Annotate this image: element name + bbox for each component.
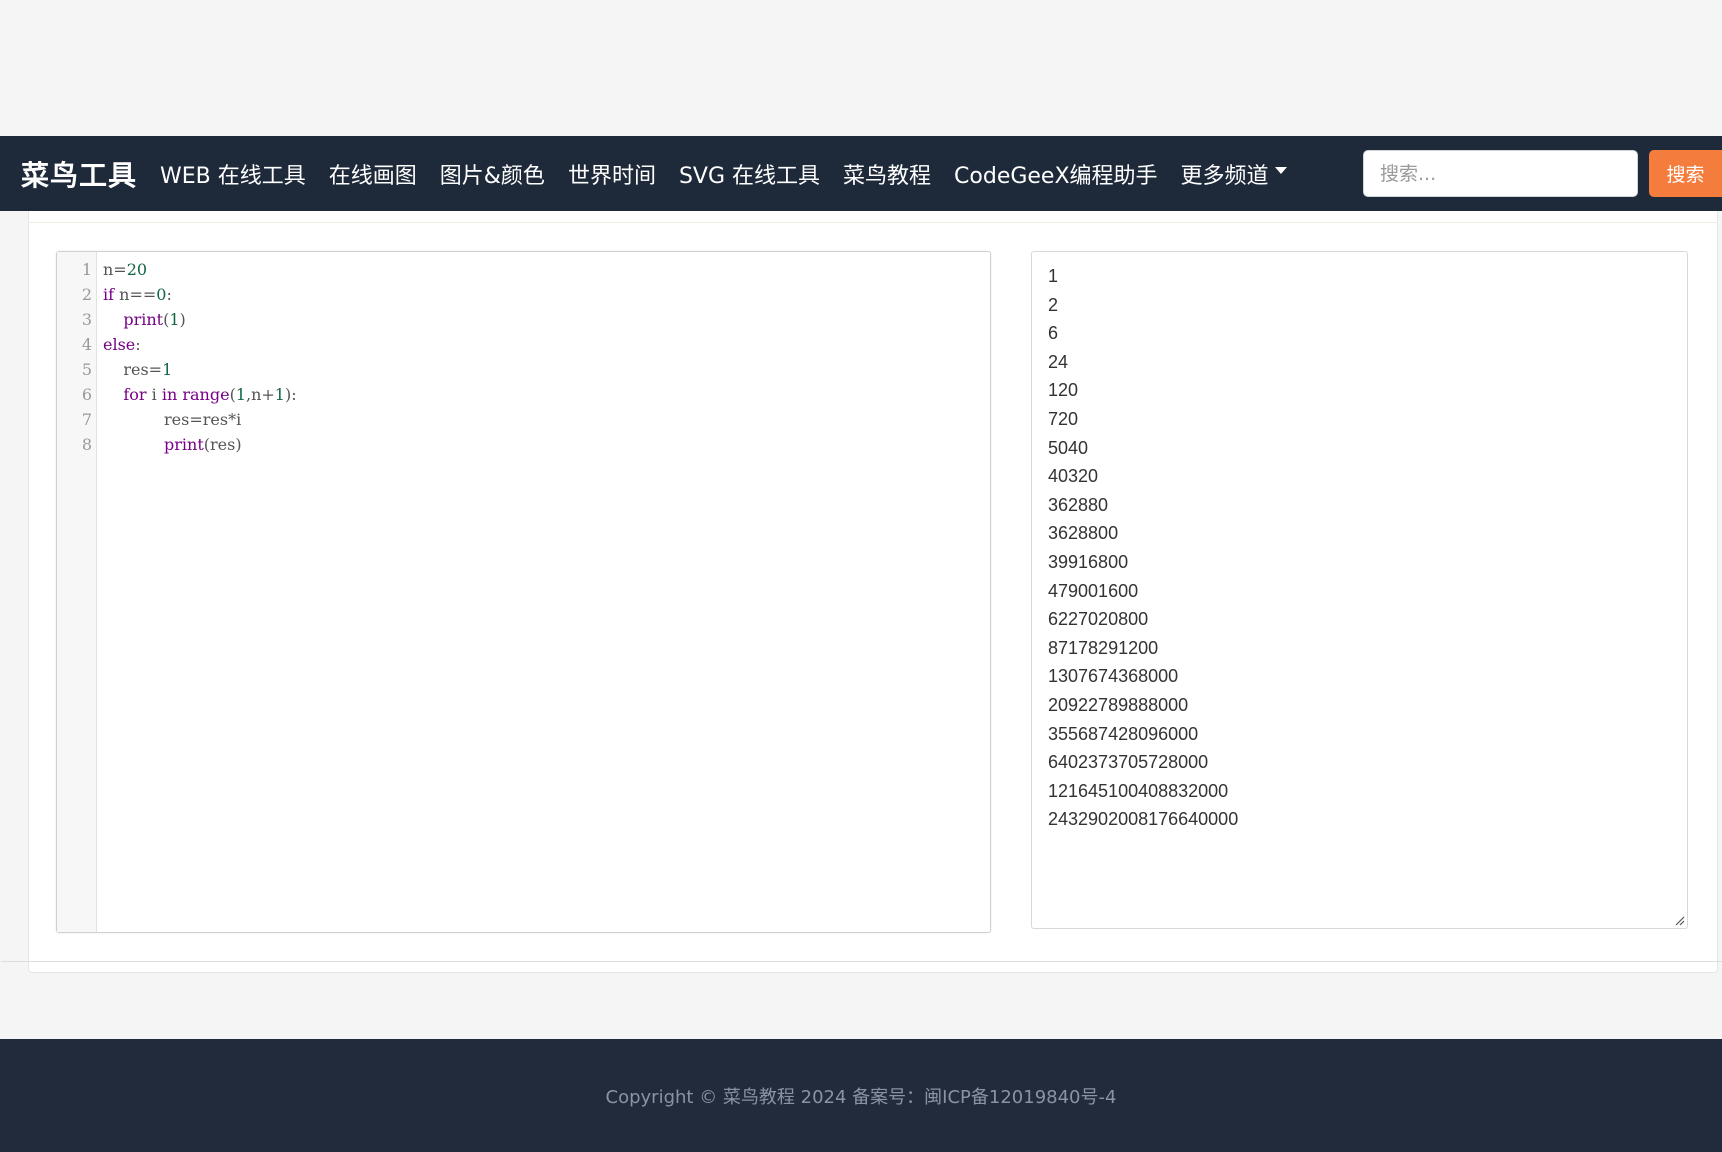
- copyright-text: Copyright © 菜鸟教程 2024 备案号：闽ICP备12019840号…: [605, 1086, 1117, 1108]
- output-line: 3628800: [1048, 523, 1119, 544]
- caret-down-icon: [1274, 167, 1287, 174]
- code-line[interactable]: n=20: [103, 257, 147, 282]
- main-card: 1 2 3 4 5 6 7 8 n=20 if n==0: print(1) e…: [1, 211, 1722, 973]
- line-number: 3: [81, 310, 92, 329]
- search-input[interactable]: [1363, 150, 1638, 197]
- code-editor[interactable]: 1 2 3 4 5 6 7 8 n=20 if n==0: print(1) e…: [56, 251, 991, 933]
- output-line: 2432902008176640000: [1048, 809, 1239, 830]
- output-line: 355687428096000: [1048, 723, 1199, 744]
- output-line: 1: [1048, 266, 1059, 286]
- line-number: 1: [81, 260, 92, 279]
- output-line: 121645100408832000: [1048, 780, 1229, 801]
- output-line: 39916800: [1048, 551, 1129, 572]
- line-number: 7: [81, 410, 92, 429]
- card-divider: [29, 222, 1717, 223]
- page-footer: Copyright © 菜鸟教程 2024 备案号：闽ICP备12019840号…: [0, 1039, 1722, 1152]
- code-line[interactable]: for i in range(1,n+1):: [103, 382, 296, 407]
- nav-item-svg-tools[interactable]: SVG 在线工具: [679, 158, 820, 190]
- line-number: 5: [81, 360, 92, 379]
- output-textarea[interactable]: 1 2 6 24 120 720 5040 40320 362880 36288…: [1031, 251, 1688, 929]
- line-number: 8: [81, 435, 92, 454]
- output-line: 362880: [1048, 494, 1109, 515]
- output-line: 479001600: [1048, 580, 1139, 601]
- nav-more-channels-dropdown[interactable]: 更多频道: [1181, 158, 1287, 190]
- output-line: 720: [1048, 408, 1079, 429]
- output-line: 2: [1048, 294, 1059, 315]
- output-line: 20922789888000: [1048, 694, 1189, 715]
- output-line: 87178291200: [1048, 637, 1159, 658]
- line-number: 4: [81, 335, 92, 354]
- nav-item-codegeex[interactable]: CodeGeeX编程助手: [954, 158, 1158, 190]
- more-channels-label: 更多频道: [1180, 163, 1269, 189]
- nav-item-web-tools[interactable]: WEB 在线工具: [160, 158, 306, 190]
- code-line[interactable]: print(1): [103, 307, 185, 332]
- output-line: 6: [1048, 323, 1059, 344]
- nav-item-runoob-tutorial[interactable]: 菜鸟教程: [843, 158, 931, 190]
- section-divider: [1, 961, 1722, 962]
- code-line[interactable]: if n==0:: [103, 282, 172, 307]
- search-button[interactable]: 搜索: [1649, 150, 1722, 197]
- line-number: 6: [81, 385, 92, 404]
- line-number-gutter: 1 2 3 4 5 6 7 8: [57, 252, 97, 932]
- top-navbar: 菜鸟工具 WEB 在线工具 在线画图 图片&颜色 世界时间 SVG 在线工具 菜…: [0, 136, 1722, 211]
- output-line: 6402373705728000: [1048, 752, 1209, 773]
- code-line[interactable]: res=1: [103, 357, 172, 382]
- output-line: 1307674368000: [1048, 666, 1179, 687]
- nav-item-online-drawing[interactable]: 在线画图: [329, 158, 417, 190]
- code-line[interactable]: res=res*i: [103, 407, 241, 432]
- nav-item-image-color[interactable]: 图片&颜色: [440, 158, 545, 190]
- line-number: 2: [81, 285, 92, 304]
- output-line: 40320: [1048, 466, 1099, 487]
- output-line: 24: [1048, 351, 1069, 372]
- code-line[interactable]: print(res): [103, 432, 242, 457]
- output-line: 6227020800: [1048, 609, 1149, 630]
- code-line[interactable]: else:: [103, 332, 141, 357]
- output-line: 120: [1048, 380, 1079, 401]
- output-line: 5040: [1048, 437, 1089, 458]
- site-brand[interactable]: 菜鸟工具: [21, 154, 137, 194]
- resize-handle-icon[interactable]: [1674, 915, 1685, 926]
- nav-item-world-time[interactable]: 世界时间: [568, 158, 656, 190]
